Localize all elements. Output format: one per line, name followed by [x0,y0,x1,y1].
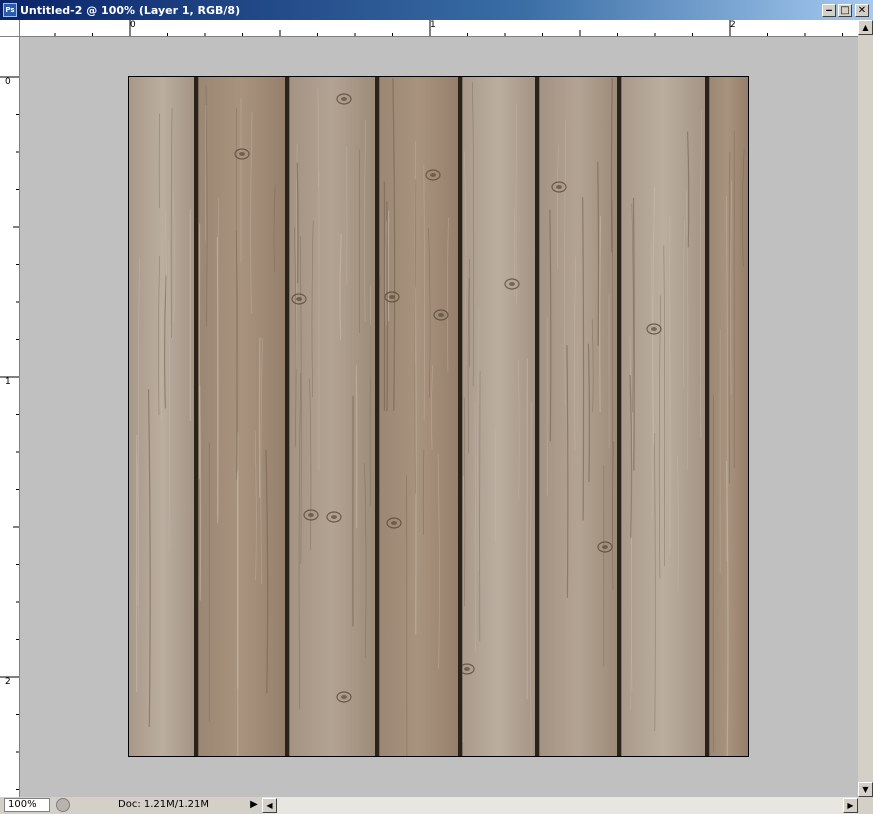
scroll-up-button[interactable]: ▲ [858,20,873,35]
status-bar: 100% Doc: 1.21M/1.21M ▶ [0,797,262,814]
document-canvas[interactable] [128,76,749,757]
vertical-scrollbar[interactable]: ▲ ▼ [858,20,873,797]
wood-planks-image [129,77,748,756]
minimize-button[interactable]: ‒ [822,4,836,17]
document-title-bar[interactable]: Ps Untitled-2 @ 100% (Layer 1, RGB/8) ‒ … [0,0,873,20]
ruler-label-h-2: 2 [730,20,736,30]
document-size-info: Doc: 1.21M/1.21M [118,799,210,810]
ruler-label-v-2: 2 [5,677,11,687]
status-info-icon[interactable] [56,798,70,812]
ruler-label-h-0: 0 [130,20,136,30]
horizontal-scrollbar[interactable]: ◀ ▶ [262,797,858,814]
maximize-button[interactable]: □ [838,4,852,17]
zoom-level-field[interactable]: 100% [4,798,50,812]
ruler-origin-corner[interactable] [0,20,20,37]
photoshop-app-icon[interactable]: Ps [3,3,17,17]
status-menu-arrow[interactable]: ▶ [247,798,261,812]
vertical-ruler[interactable]: 0 1 2 [0,37,20,797]
ruler-label-v-1: 1 [5,377,11,387]
ruler-label-h-1: 1 [430,20,436,30]
scroll-left-button[interactable]: ◀ [262,798,277,813]
document-title: Untitled-2 @ 100% (Layer 1, RGB/8) [20,3,241,17]
close-button[interactable]: ✕ [855,4,869,17]
ruler-label-v-0: 0 [5,77,11,87]
scroll-down-button[interactable]: ▼ [858,782,873,797]
horizontal-ruler[interactable]: 0 1 2 [20,20,858,37]
scroll-right-button[interactable]: ▶ [843,798,858,813]
